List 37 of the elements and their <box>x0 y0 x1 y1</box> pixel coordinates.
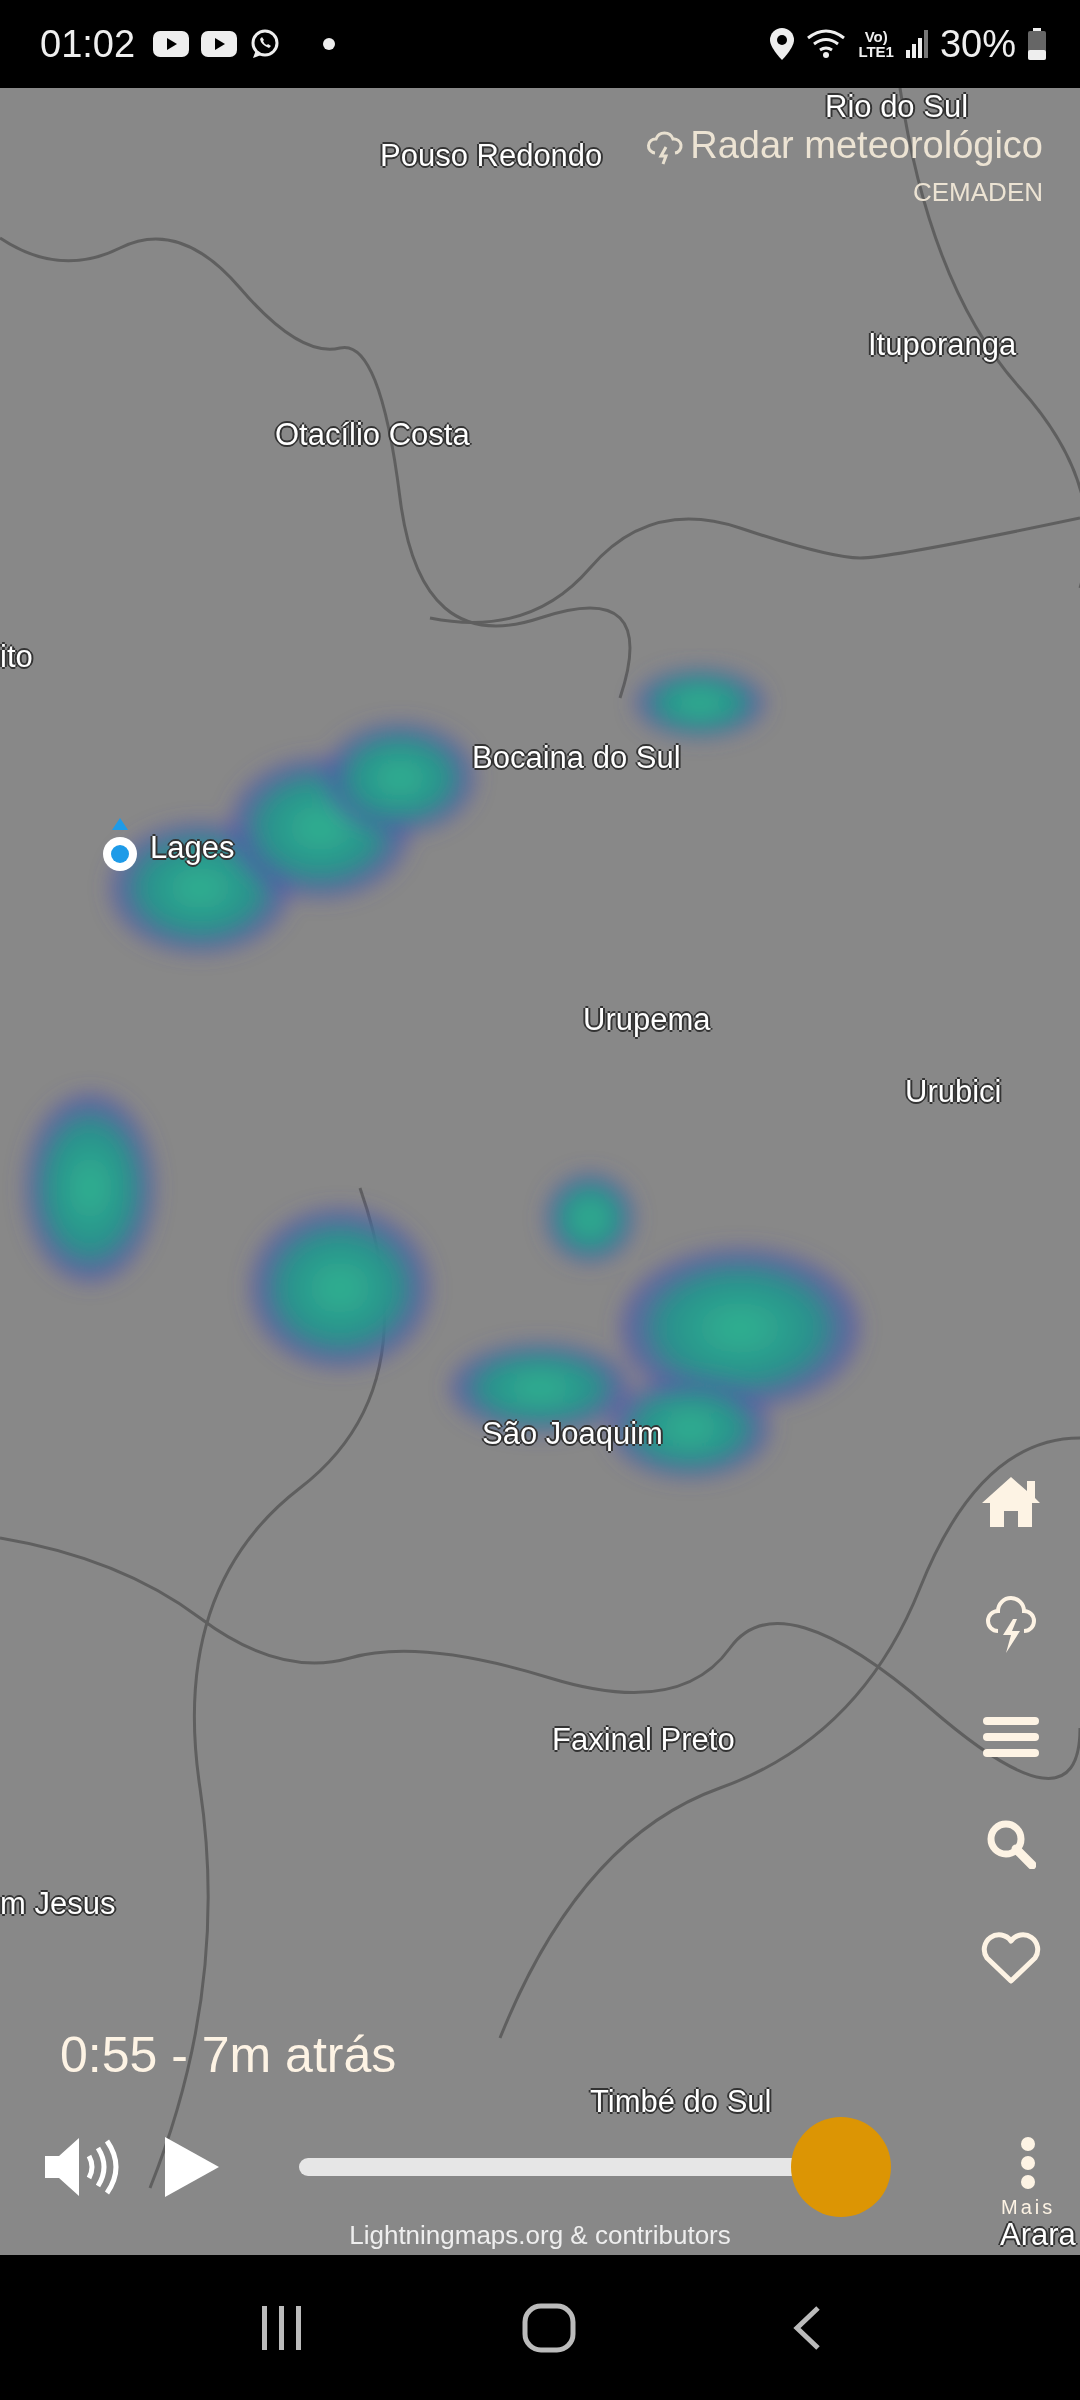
place-label: Lages <box>150 830 235 866</box>
place-label: Faxinal Preto <box>552 1722 735 1758</box>
place-label: Bocaina do Sul <box>472 740 681 776</box>
notification-dot-icon <box>323 38 336 50</box>
place-label: Pouso Redondo <box>380 138 603 174</box>
network-label: LTE1 <box>858 44 894 59</box>
place-label: m Jesus <box>0 1886 116 1922</box>
place-label: Timbé do Sul <box>590 2084 772 2120</box>
more-label: Mais <box>1001 2195 1056 2219</box>
search-icon[interactable] <box>986 1819 1036 1869</box>
status-time: 01:02 <box>40 22 136 66</box>
signal-icon <box>905 30 928 58</box>
play-icon[interactable] <box>165 2137 219 2197</box>
video-app-icon <box>201 31 238 57</box>
more-icon[interactable] <box>1020 2135 1037 2190</box>
volte-label: Vo) <box>864 29 888 44</box>
menu-icon[interactable] <box>983 1717 1039 1757</box>
video-app-icon <box>153 31 190 57</box>
location-icon <box>770 28 795 60</box>
place-label: ito <box>0 639 33 675</box>
place-label: Urupema <box>583 1002 711 1038</box>
timeline-time-label: 0:55 - 7m atrás <box>60 2026 397 2084</box>
place-label: Ituporanga <box>868 327 1017 363</box>
heart-icon[interactable] <box>980 1931 1042 1985</box>
back-icon[interactable] <box>792 2304 822 2351</box>
place-label: Rio do Sul <box>825 89 969 125</box>
attribution-link[interactable]: Lightningmaps.org & contributors <box>349 2220 731 2251</box>
radar-source-label: CEMADEN <box>913 177 1043 208</box>
place-label: Otacílio Costa <box>275 417 470 453</box>
battery-percent: 30% <box>939 22 1016 66</box>
home-button-icon[interactable] <box>522 2302 576 2353</box>
battery-icon <box>1028 28 1046 60</box>
place-label: Arara <box>1000 2217 1076 2253</box>
place-label: Urubici <box>905 1074 1002 1110</box>
radar-layer-title: Radar meteorológico <box>690 124 1043 167</box>
place-label: São Joaquim <box>482 1416 663 1452</box>
wifi-icon <box>806 28 847 60</box>
